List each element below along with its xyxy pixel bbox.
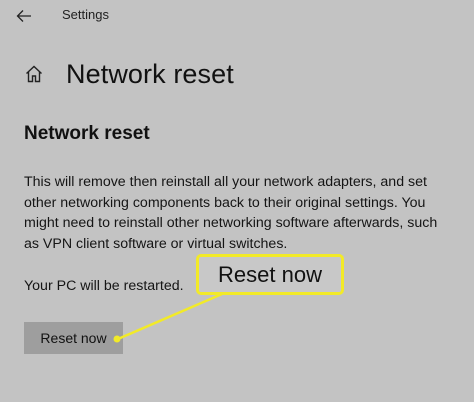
- callout-label: Reset now: [218, 261, 322, 287]
- back-arrow-icon: [16, 10, 31, 22]
- title-bar: Settings: [0, 0, 474, 32]
- reset-description: This will remove then reinstall all your…: [24, 174, 438, 252]
- app-title: Settings: [62, 7, 109, 22]
- settings-window: Settings Network reset Network reset Thi…: [0, 0, 474, 402]
- back-button[interactable]: [12, 4, 36, 28]
- reset-now-callout: Reset now: [196, 254, 344, 295]
- home-icon[interactable]: [22, 62, 46, 86]
- restart-note: Your PC will be restarted.: [24, 278, 184, 294]
- page-title: Network reset: [66, 58, 234, 89]
- reset-now-button[interactable]: Reset now: [24, 322, 123, 354]
- page-header: Network reset: [22, 54, 234, 94]
- section-title: Network reset: [24, 123, 150, 144]
